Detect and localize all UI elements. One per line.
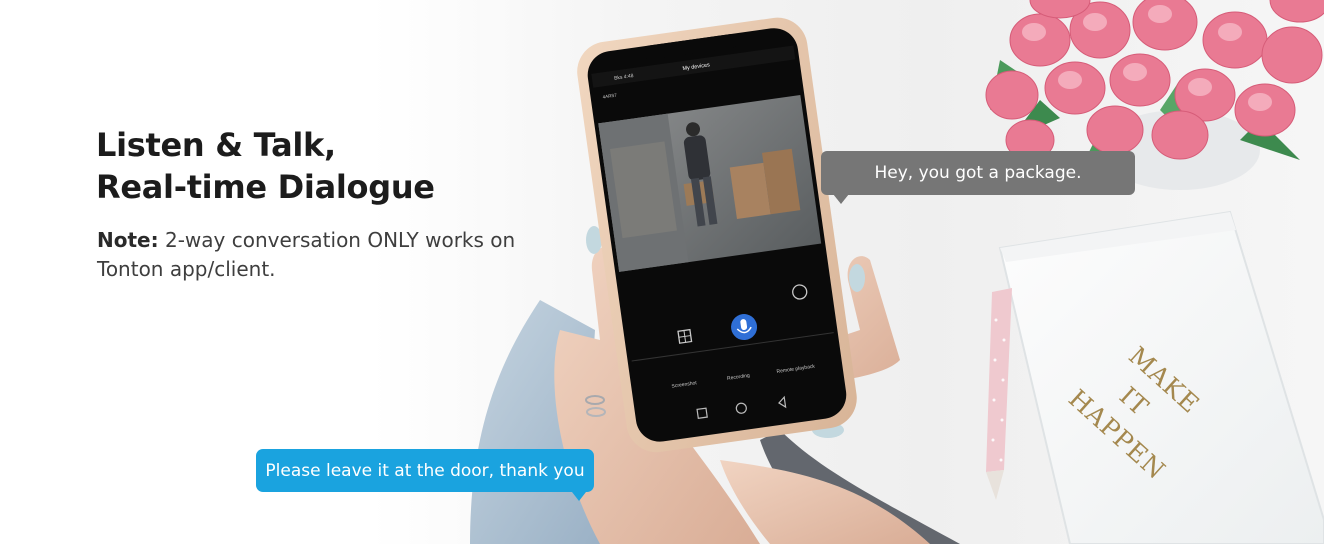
incoming-speech-text: Hey, you got a package.	[874, 163, 1082, 183]
incoming-speech-bubble: Hey, you got a package.	[821, 151, 1135, 204]
outgoing-speech-bubble: Please leave it at the door, thank you	[256, 449, 594, 501]
note-body: 2-way conversation ONLY works on Tonton …	[97, 228, 516, 281]
headline-line-2: Real-time Dialogue	[96, 168, 435, 206]
headline: Listen & Talk, Real-time Dialogue	[96, 124, 435, 208]
note-label: Note:	[97, 228, 159, 252]
outgoing-speech-text: Please leave it at the door, thank you	[265, 460, 585, 481]
pen	[986, 288, 1012, 500]
product-banner: Bks 4:48 My devices 4ARS7 Screenshot Rec…	[0, 0, 1324, 544]
headline-line-1: Listen & Talk,	[96, 126, 336, 164]
note-text: Note: 2-way conversation ONLY works on T…	[97, 226, 537, 284]
